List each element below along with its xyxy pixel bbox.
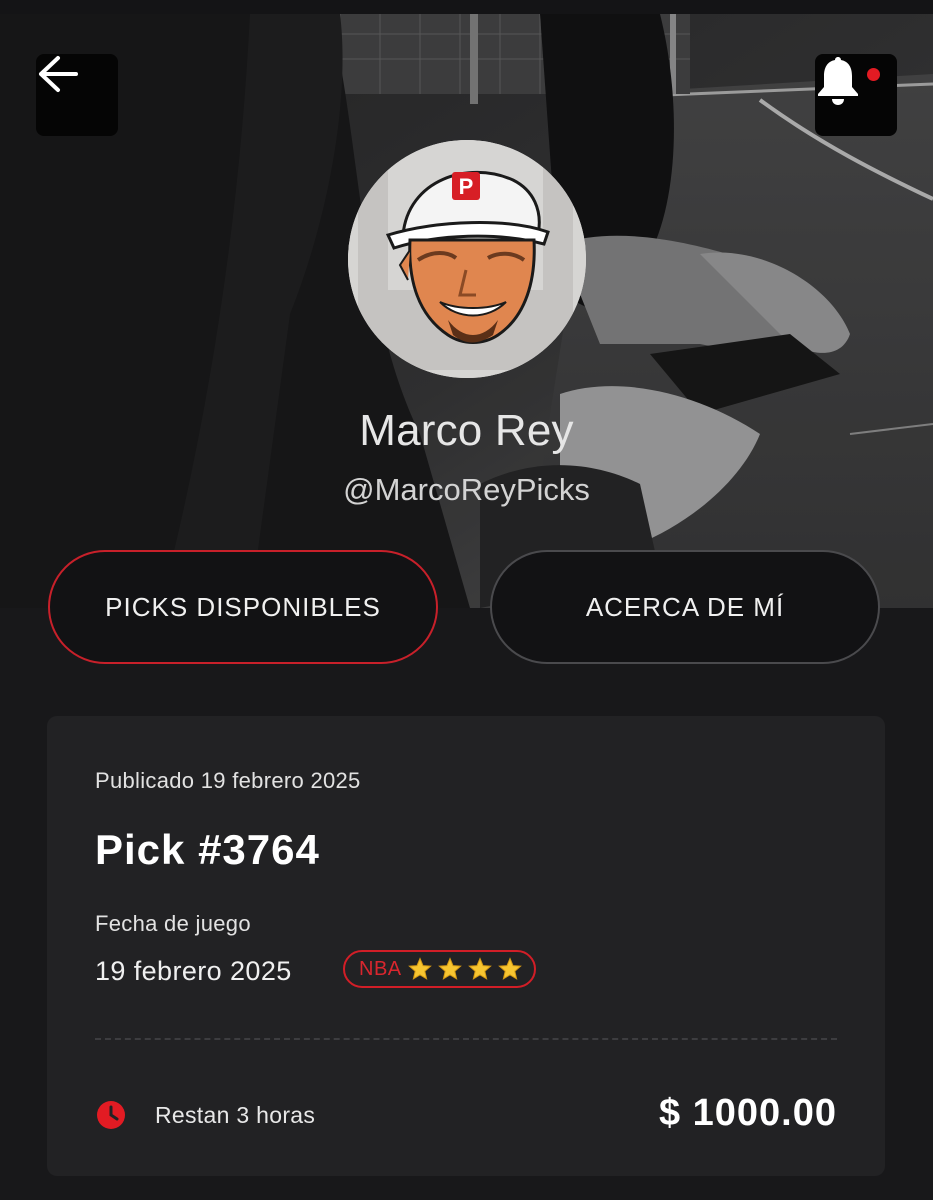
notifications-button[interactable] (815, 54, 897, 136)
cap-logo-letter: P (459, 174, 474, 199)
profile-header-background: P Marco Rey @MarcoReyPicks (0, 14, 933, 608)
profile-name: Marco Rey (359, 406, 574, 455)
tab-acerca-de-mi[interactable]: ACERCA DE MÍ (490, 550, 880, 664)
game-date: 19 febrero 2025 (95, 956, 292, 986)
avatar-illustration: P (348, 140, 586, 378)
game-date-label: Fecha de juego (95, 911, 251, 936)
pick-card[interactable]: Publicado 19 febrero 2025 Pick #3764 Fec… (47, 716, 885, 1176)
divider (95, 1038, 837, 1040)
league-badge: NBA (343, 950, 536, 988)
price: $ 1000.00 (658, 1092, 837, 1134)
rating-stars (407, 957, 522, 981)
back-button[interactable] (36, 54, 118, 136)
pick-title: Pick #3764 (95, 826, 320, 873)
star-icon (467, 957, 492, 980)
notification-dot (867, 68, 880, 81)
profile-handle: @MarcoReyPicks (343, 472, 590, 507)
tab-label: ACERCA DE MÍ (585, 591, 785, 622)
time-left: Restan 3 horas (155, 1102, 316, 1128)
bell-icon (818, 57, 858, 105)
star-icon (407, 957, 432, 980)
published-date: Publicado 19 febrero 2025 (95, 768, 361, 793)
tab-picks-disponibles[interactable]: PICKS DISPONIBLES (48, 550, 438, 664)
avatar: P (348, 140, 586, 378)
league-name: NBA (359, 957, 402, 980)
arrow-left-icon (39, 56, 78, 92)
status-strip (0, 0, 933, 14)
star-icon (497, 957, 522, 980)
tab-label: PICKS DISPONIBLES (105, 591, 381, 622)
star-icon (437, 957, 462, 980)
clock-icon (97, 1101, 125, 1129)
